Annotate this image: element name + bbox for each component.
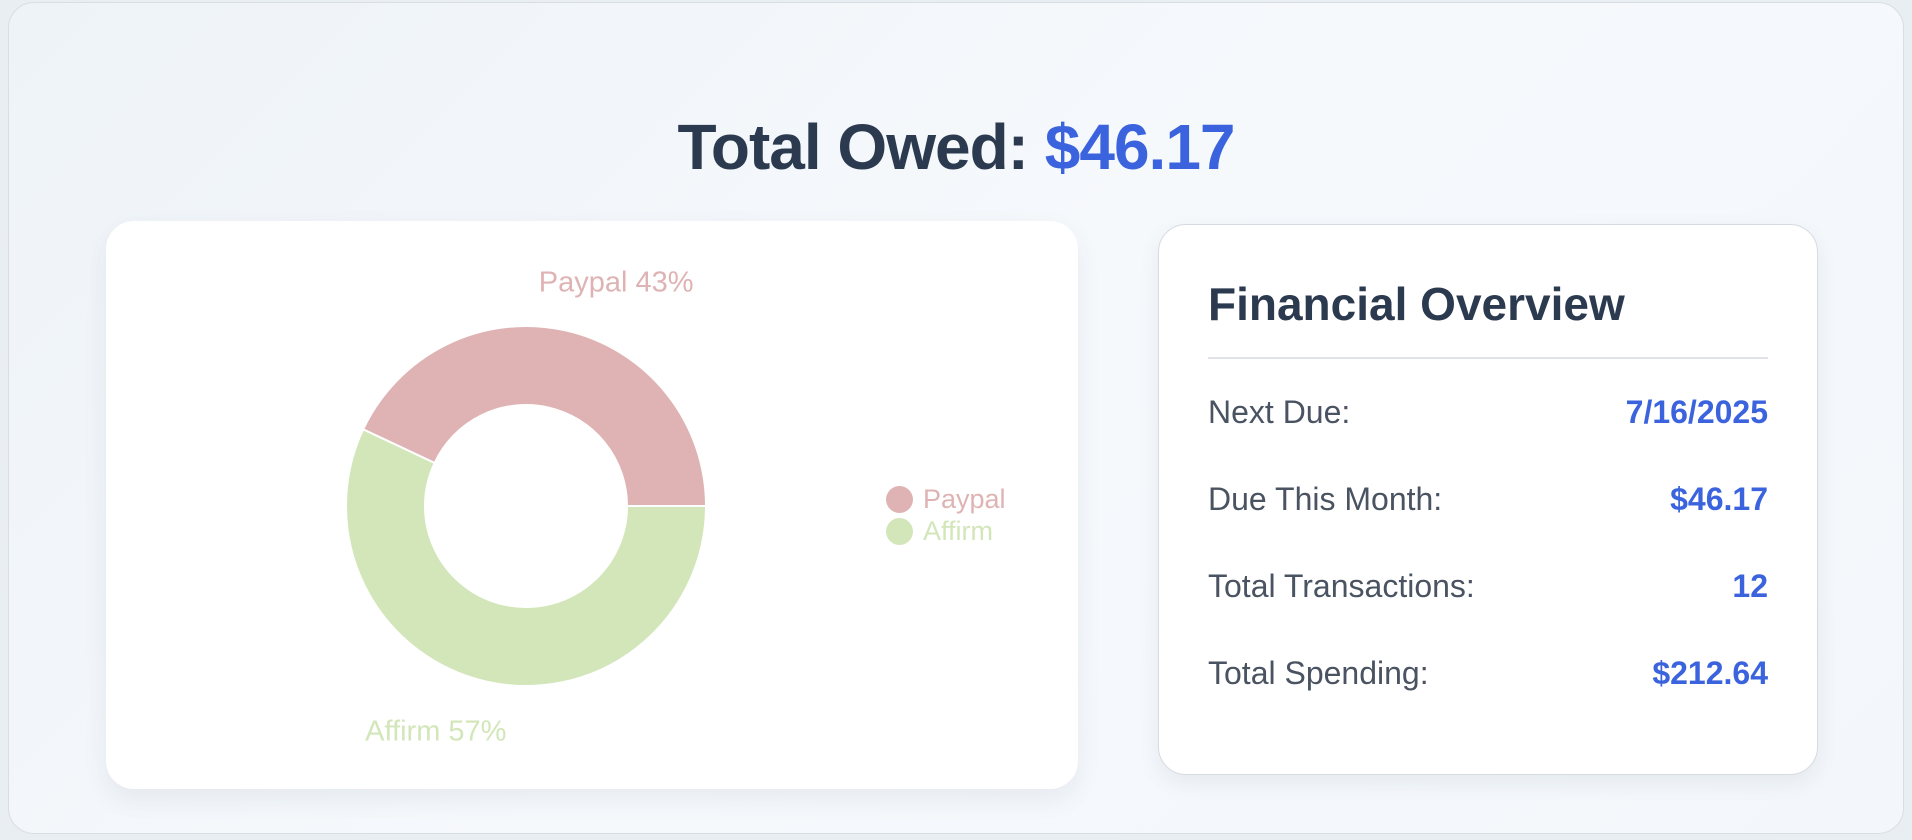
- financial-overview-card: Financial Overview Next Due: 7/16/2025 D…: [1158, 224, 1818, 775]
- total-owed-label: Total Owed:: [677, 111, 1029, 183]
- pie-label-affirm: Affirm 57%: [365, 715, 506, 747]
- stat-row-total-spending: Total Spending: $212.64: [1208, 653, 1768, 693]
- legend-label-paypal: Paypal: [923, 483, 1006, 514]
- dashboard-frame: Total Owed: $46.17 Paypal 43% Affirm 57% …: [8, 2, 1904, 834]
- stat-label: Due This Month:: [1208, 480, 1443, 517]
- total-owed-heading: Total Owed: $46.17: [9, 111, 1903, 183]
- chart-card: Paypal 43% Affirm 57% Paypal Affirm: [106, 221, 1078, 789]
- stat-value: 12: [1732, 567, 1768, 604]
- chart-legend: Paypal Affirm: [886, 483, 1006, 547]
- legend-swatch-paypal: [886, 485, 913, 513]
- stat-label: Total Spending:: [1208, 654, 1429, 691]
- overview-title: Financial Overview: [1208, 278, 1625, 330]
- overview-divider: [1208, 357, 1768, 359]
- stat-value: 7/16/2025: [1625, 393, 1768, 430]
- legend-item-affirm[interactable]: Affirm: [886, 515, 1006, 547]
- total-owed-amount: $46.17: [1044, 111, 1236, 183]
- stat-label: Total Transactions:: [1208, 567, 1475, 604]
- stat-label: Next Due:: [1208, 393, 1351, 430]
- stat-value: $212.64: [1652, 654, 1768, 691]
- legend-label-affirm: Affirm: [923, 515, 994, 546]
- legend-item-paypal[interactable]: Paypal: [886, 483, 1006, 515]
- pie-label-paypal: Paypal 43%: [539, 267, 694, 299]
- stat-value: $46.17: [1670, 480, 1768, 517]
- stat-row-total-transactions: Total Transactions: 12: [1208, 566, 1768, 606]
- legend-swatch-affirm: [886, 517, 913, 545]
- stat-row-due-this-month: Due This Month: $46.17: [1208, 479, 1768, 519]
- stat-row-next-due: Next Due: 7/16/2025: [1208, 392, 1768, 432]
